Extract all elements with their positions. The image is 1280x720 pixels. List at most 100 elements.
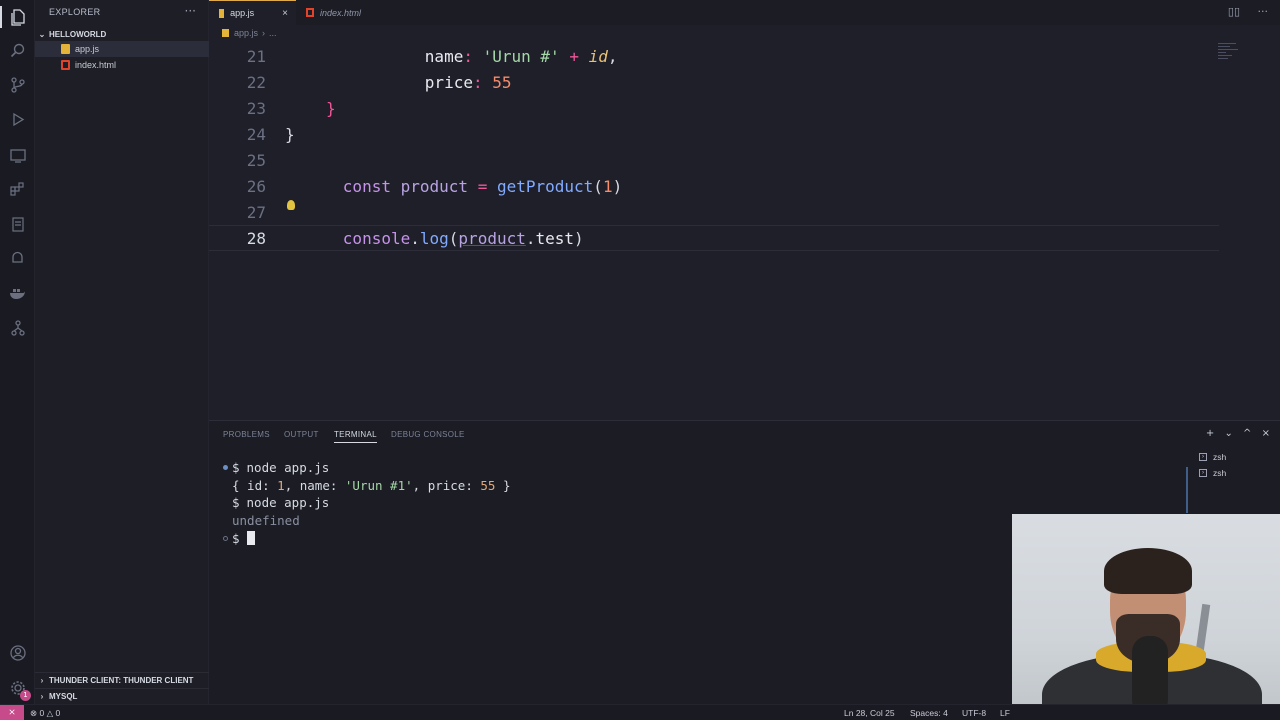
tab-label: index.html xyxy=(320,7,362,18)
token: product xyxy=(400,176,469,196)
js-file-icon xyxy=(219,8,225,18)
html-file-icon xyxy=(306,8,314,17)
settings-icon[interactable]: 1 xyxy=(7,677,31,701)
terminal-text: 'Urun #1' xyxy=(344,477,413,493)
token: + xyxy=(569,46,579,66)
settings-badge: 1 xyxy=(20,690,31,701)
breadcrumb-more[interactable]: ... xyxy=(269,28,277,38)
terminal-text: 1 xyxy=(277,477,285,493)
git-graph-icon[interactable] xyxy=(7,317,28,338)
tab-terminal[interactable]: TERMINAL xyxy=(334,430,377,443)
terminal-item[interactable]: › zsh xyxy=(1199,465,1279,481)
close-icon[interactable]: × xyxy=(282,8,288,19)
section-label: THUNDER CLIENT: THUNDER CLIENT xyxy=(49,676,194,685)
end-of-line[interactable]: LF xyxy=(1000,708,1010,718)
token: } xyxy=(285,124,295,144)
editor-tabs: app.js × index.html ▯▯ ··· xyxy=(209,0,1280,25)
token: const xyxy=(342,176,391,196)
source-control-icon[interactable] xyxy=(7,74,28,95)
files-icon[interactable] xyxy=(7,7,28,28)
extensions-icon[interactable] xyxy=(7,179,28,200)
command-decoration-icon xyxy=(223,465,228,471)
token: price xyxy=(424,72,473,92)
database-icon[interactable] xyxy=(7,214,28,235)
js-file-icon xyxy=(222,29,229,37)
terminal-line: $ node app.js xyxy=(223,459,511,477)
terminal-label: zsh xyxy=(1213,452,1227,462)
more-actions-icon[interactable]: ··· xyxy=(1258,5,1269,18)
file-app-js[interactable]: app.js xyxy=(35,41,209,57)
terminal-text: } xyxy=(495,477,511,493)
terminal-text: 55 xyxy=(480,477,496,493)
folder-label: HELLOWORLD xyxy=(49,29,107,39)
thunder-client-icon[interactable] xyxy=(7,248,28,269)
terminal-prompt: $ xyxy=(232,530,240,546)
code-editor[interactable]: 21 name: 'Urun #' + id, 22 price: 55 23 … xyxy=(209,41,1280,420)
terminal-output[interactable]: $ node app.js { id: 1, name: 'Urun #1', … xyxy=(223,459,511,547)
terminal-text: , price: xyxy=(412,477,481,493)
minimap[interactable] xyxy=(1218,41,1240,67)
remote-indicator-icon[interactable]: ⨯ xyxy=(0,705,24,720)
terminal-line: undefined xyxy=(223,512,511,530)
lightbulb-icon[interactable] xyxy=(287,200,295,210)
token: , xyxy=(607,46,618,66)
line-number: 25 xyxy=(246,150,266,170)
terminal-dropdown-icon[interactable]: ⌄ xyxy=(1224,428,1232,439)
cursor-position[interactable]: Ln 28, Col 25 xyxy=(844,708,895,718)
docker-icon[interactable] xyxy=(7,283,28,304)
close-panel-icon[interactable]: × xyxy=(1262,428,1270,439)
html-file-icon xyxy=(61,60,70,70)
problems-count[interactable]: ⊗ 0 △ 0 xyxy=(30,708,60,719)
tab-index-html[interactable]: index.html xyxy=(296,0,386,25)
terminal-item[interactable]: › zsh xyxy=(1199,449,1279,465)
terminal-icon: › xyxy=(1199,453,1207,461)
maximize-panel-icon[interactable]: ^ xyxy=(1243,428,1251,439)
file-label: app.js xyxy=(75,44,100,54)
breadcrumb-separator: › xyxy=(262,28,266,38)
terminal-line: $ xyxy=(223,529,511,547)
file-label: index.html xyxy=(75,60,117,70)
split-editor-icon[interactable]: ▯▯ xyxy=(1228,5,1240,18)
line-number: 23 xyxy=(246,98,266,118)
token: getProduct xyxy=(496,176,594,196)
section-mysql[interactable]: › MYSQL xyxy=(35,688,209,704)
tab-debug-console[interactable]: DEBUG CONSOLE xyxy=(391,430,465,439)
token: ) xyxy=(612,176,623,196)
account-icon[interactable] xyxy=(7,642,28,663)
encoding[interactable]: UTF-8 xyxy=(962,708,986,718)
file-index-html[interactable]: index.html xyxy=(35,57,209,73)
more-actions-icon[interactable]: ··· xyxy=(185,4,196,18)
remote-explorer-icon[interactable] xyxy=(7,145,28,166)
terminal-label: zsh xyxy=(1213,468,1227,478)
tab-output[interactable]: OUTPUT xyxy=(284,430,319,439)
token: . xyxy=(410,228,420,248)
indentation[interactable]: Spaces: 4 xyxy=(910,708,948,718)
code-line-current: 28 console.log(product.test) xyxy=(209,225,1219,251)
section-thunder-client[interactable]: › THUNDER CLIENT: THUNDER CLIENT xyxy=(35,672,209,688)
folder-helloworld[interactable]: ⌄ HELLOWORLD xyxy=(35,26,209,42)
terminal-line: { id: 1, name: 'Urun #1', price: 55 } xyxy=(223,477,511,495)
code-line: 23 } xyxy=(209,95,1219,121)
token: log xyxy=(419,228,449,248)
new-terminal-icon[interactable]: + xyxy=(1206,428,1214,439)
terminal-prompt: $ xyxy=(232,460,240,476)
token: : xyxy=(472,72,483,92)
token: 55 xyxy=(492,72,512,92)
run-debug-icon[interactable] xyxy=(7,109,28,130)
terminal-list-indicator xyxy=(1186,467,1188,513)
token: console xyxy=(342,228,411,248)
token: test xyxy=(535,228,575,248)
person-hair xyxy=(1104,548,1192,594)
tab-problems[interactable]: PROBLEMS xyxy=(223,430,270,439)
breadcrumb-file[interactable]: app.js xyxy=(234,28,258,38)
token: id xyxy=(588,46,608,66)
section-label: MYSQL xyxy=(49,692,78,701)
token: 1 xyxy=(602,176,613,196)
terminal-command: node app.js xyxy=(246,495,330,511)
search-icon[interactable] xyxy=(7,40,28,61)
chevron-down-icon: ⌄ xyxy=(38,29,46,39)
terminal-line: $ node app.js xyxy=(223,494,511,512)
token: ( xyxy=(593,176,603,196)
tab-app-js[interactable]: app.js × xyxy=(209,0,296,25)
webcam-overlay xyxy=(1012,514,1280,720)
